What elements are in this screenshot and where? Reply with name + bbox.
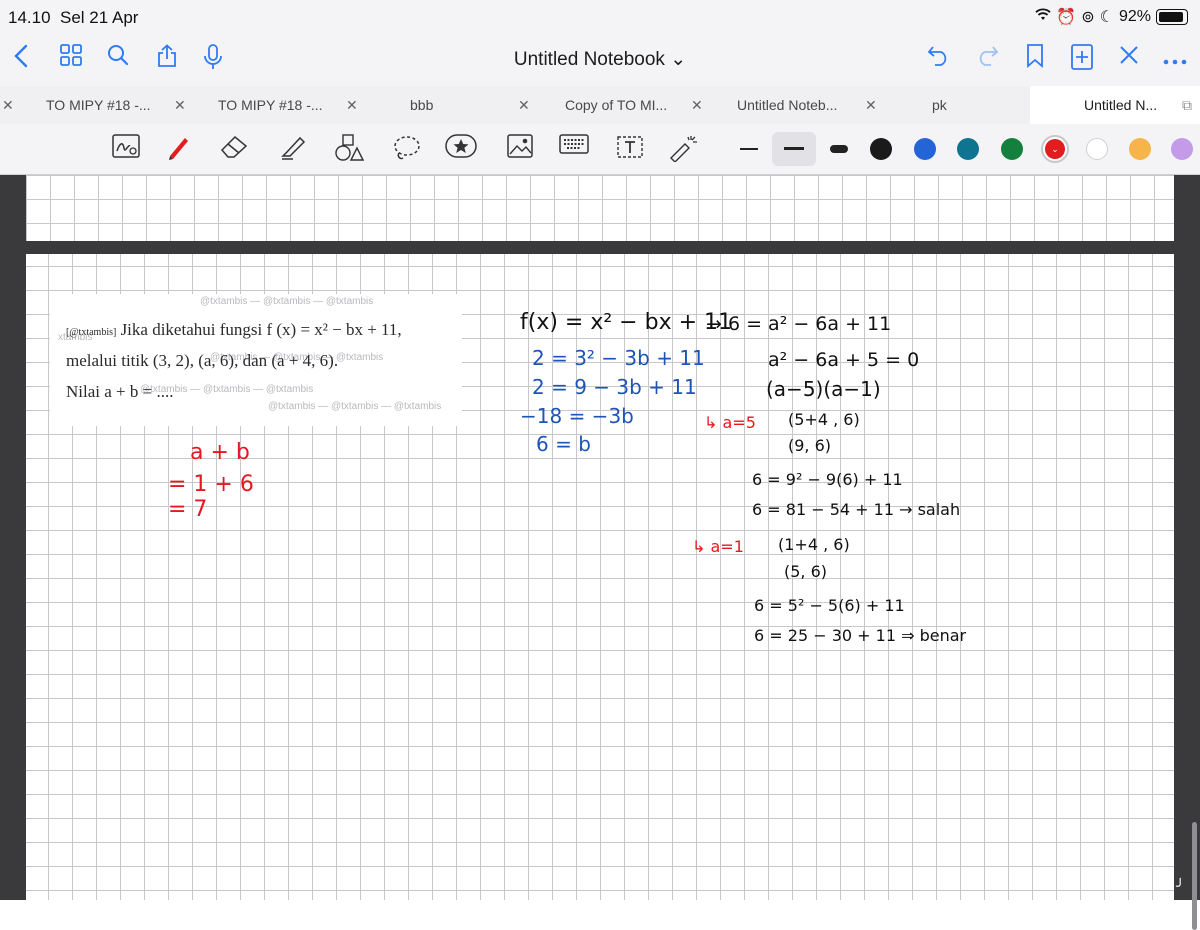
text-tool-icon[interactable] (614, 134, 646, 164)
tab-untitled-notebook[interactable]: Untitled Noteb... (737, 86, 837, 124)
redo-icon[interactable] (972, 44, 1002, 74)
problem-tag: [@txtambis] (66, 327, 117, 338)
color-purple-swatch[interactable] (1171, 138, 1193, 160)
handwritten-check-3: 6 = 5² − 5(6) + 11 (754, 596, 905, 615)
handwritten-point-2: (9, 6) (788, 436, 832, 455)
problem-screenshot[interactable]: @txtambis — @txtambis — @txtambis xtambi… (50, 294, 462, 426)
handwritten-step-2: 2 = 9 − 3b + 11 (532, 375, 697, 399)
color-teal-swatch[interactable] (957, 138, 979, 160)
handwritten-answer-1: a + b (190, 440, 250, 465)
color-white-swatch[interactable] (1086, 138, 1108, 160)
handwritten-point-1: (5+4 , 6) (788, 410, 860, 429)
handwritten-answer-3: = 7 (168, 497, 208, 522)
handwritten-function: f(x) = x² − bx + 11 (520, 310, 733, 335)
tab-bbb[interactable]: bbb (410, 86, 433, 124)
handwritten-answer-2: = 1 + 6 (168, 472, 254, 497)
handwritten-quadratic: a² − 6a + 5 = 0 (768, 349, 920, 371)
handwritten-step-4: 6 = b (536, 432, 591, 456)
page-previous[interactable] (26, 175, 1174, 241)
handwritten-step-3: −18 = −3b (520, 404, 634, 428)
problem-line-3: Nilai a + b = .... (66, 382, 174, 401)
tab-label: Untitled N... (1084, 97, 1158, 113)
image-icon[interactable] (504, 134, 536, 164)
handwritten-case-a1: ↳ a=1 (692, 537, 744, 556)
close-tab-icon[interactable]: ✕ (691, 86, 703, 124)
color-blue-swatch[interactable] (914, 138, 936, 160)
status-bar: 14.10 Sel 21 Apr ⏰ ⊚ ☾ 92% (0, 0, 1200, 34)
pen-tool-icon[interactable] (163, 134, 195, 164)
close-pen-icon[interactable] (1114, 44, 1144, 74)
close-tab-icon[interactable]: ✕ (518, 86, 530, 124)
handwritten-check-2: 6 = 81 − 54 + 11 → salah (752, 500, 961, 519)
wifi-icon (1035, 8, 1051, 26)
more-icon[interactable] (1160, 44, 1190, 74)
color-black-swatch[interactable] (870, 138, 892, 160)
close-tab-icon[interactable]: ✕ (2, 86, 14, 124)
add-page-icon[interactable] (1067, 44, 1097, 74)
handwritten-case-a5: ↳ a=5 (704, 413, 756, 432)
tab-to-mipy-2[interactable]: TO MIPY #18 -... (218, 86, 323, 124)
highlighter-icon[interactable] (277, 134, 309, 164)
undo-icon[interactable] (924, 44, 954, 74)
tab-untitled-active[interactable]: Untitled N... ⧉ (1030, 86, 1200, 124)
elements-sticker-icon[interactable] (445, 134, 477, 164)
lasso-icon[interactable] (390, 134, 422, 164)
problem-line-1: [@txtambis] Jika diketahui fungsi f (x) … (66, 320, 402, 339)
problem-line-2: melalui titik (3, 2), (a, 6), dan (a + 4… (66, 351, 339, 370)
color-red-swatch[interactable]: ⌄ (1045, 139, 1065, 159)
read-only-icon[interactable] (110, 134, 142, 164)
moon-icon: ☾ (1099, 9, 1114, 26)
handwritten-factor: (a−5)(a−1) (766, 377, 881, 401)
handwritten-step-1: 2 = 3² − 3b + 11 (532, 346, 705, 370)
eraser-icon[interactable] (218, 134, 250, 164)
shapes-icon[interactable] (333, 134, 365, 164)
watermark-text: @txtambis — @txtambis — @txtambis (200, 296, 374, 307)
tab-switcher-icon[interactable]: ⧉ (1182, 86, 1192, 124)
alarm-icon: ⏰ (1056, 9, 1077, 26)
battery-icon (1156, 9, 1188, 25)
close-tab-icon[interactable]: ✕ (174, 86, 186, 124)
notebook-canvas[interactable]: ╯ (0, 175, 1200, 930)
handwritten-point-3: (1+4 , 6) (778, 535, 850, 554)
stroke-thick-option[interactable] (830, 145, 848, 153)
close-tab-icon[interactable]: ✕ (346, 86, 358, 124)
stroke-thin-option[interactable] (740, 148, 758, 150)
watermark-text: @txtambis — @txtambis — @txtambis (268, 401, 442, 412)
tab-to-mipy-1[interactable]: TO MIPY #18 -... (46, 86, 151, 124)
handwritten-check-4: 6 = 25 − 30 + 11 ⇒ benar (754, 626, 967, 645)
color-orange-swatch[interactable] (1129, 138, 1151, 160)
stroke-medium-option (784, 147, 804, 150)
status-icons: ⏰ ⊚ ☾ 92% (1035, 7, 1188, 27)
laser-pointer-icon[interactable] (667, 134, 699, 164)
page-corner-icon[interactable]: ╯ (1176, 878, 1192, 894)
handwritten-check-1: 6 = 9² − 9(6) + 11 (752, 470, 903, 489)
bookmark-icon[interactable] (1020, 44, 1050, 74)
color-green-swatch[interactable] (1001, 138, 1023, 160)
handwritten-point-4: (5, 6) (784, 562, 828, 581)
close-tab-icon[interactable]: ✕ (865, 86, 877, 124)
keyboard-icon[interactable] (558, 134, 590, 164)
pen-toolbar: ⌄ (0, 124, 1200, 175)
top-toolbar: Untitled Notebook ⌄ (0, 34, 1200, 86)
battery-percent: 92% (1118, 8, 1151, 25)
tab-pk[interactable]: pk (932, 86, 947, 124)
tab-bar: ✕ TO MIPY #18 -... ✕ TO MIPY #18 -... ✕ … (0, 86, 1200, 125)
scrollbar-thumb[interactable] (1192, 822, 1197, 930)
handwritten-equation: → 6 = a² − 6a + 11 (706, 313, 892, 335)
tab-copy-of-to-mi[interactable]: Copy of TO MI... (565, 86, 667, 124)
lock-rotation-icon: ⊚ (1081, 9, 1095, 26)
status-date: Sel 21 Apr (60, 8, 139, 27)
status-time: 14.10 Sel 21 Apr (8, 8, 139, 27)
